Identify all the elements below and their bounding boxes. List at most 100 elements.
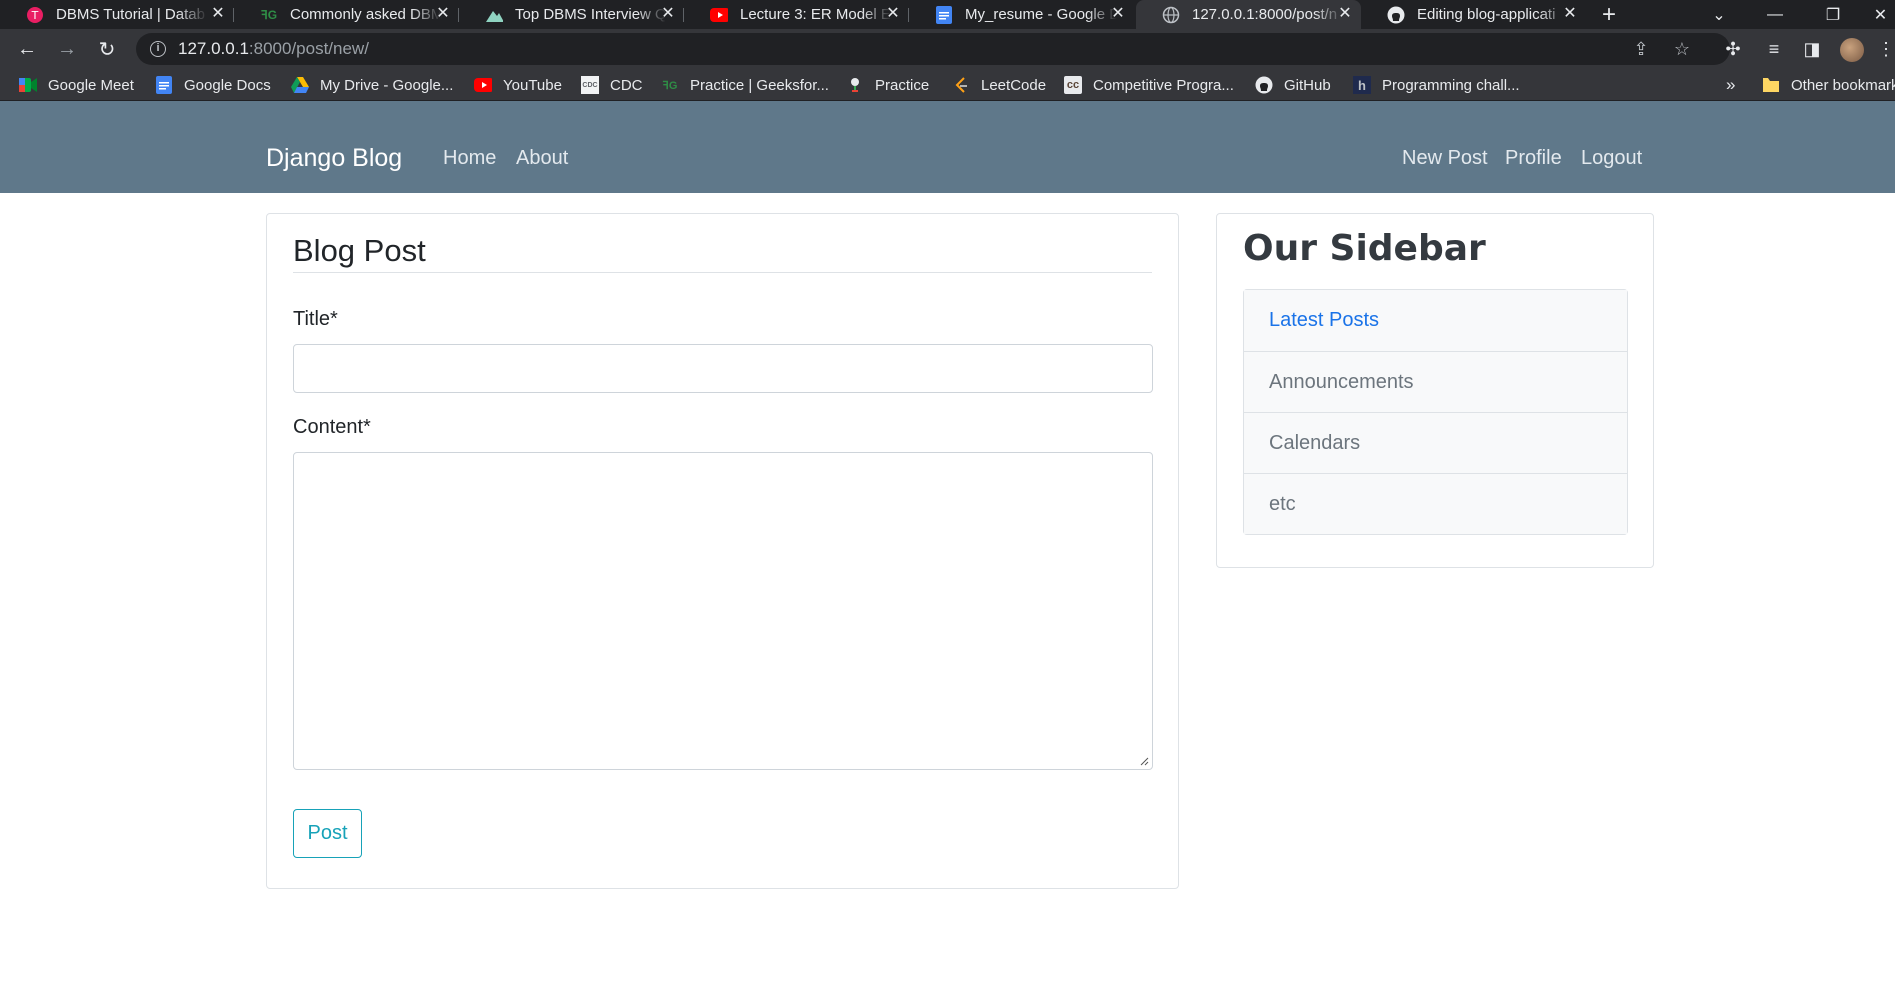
bookmark-github[interactable]: GitHub xyxy=(1255,69,1331,101)
profile-avatar[interactable] xyxy=(1840,38,1864,62)
bookmark-label: Programming chall... xyxy=(1382,76,1520,94)
github-icon xyxy=(1387,6,1405,24)
minimize-window-icon[interactable]: — xyxy=(1752,0,1798,29)
forward-arrow-icon[interactable]: → xyxy=(53,35,81,63)
google-docs-icon xyxy=(155,76,173,94)
close-tab-icon[interactable]: ✕ xyxy=(1337,6,1353,22)
hackerrank-icon: h xyxy=(1353,76,1371,94)
title-label: Title* xyxy=(293,308,338,330)
back-arrow-icon[interactable]: ← xyxy=(13,35,41,63)
tab-search-chevron-icon[interactable]: ⌄ xyxy=(1696,0,1742,29)
sidebar-item-latest-posts[interactable]: Latest Posts xyxy=(1244,290,1627,351)
bookmark-label: LeetCode xyxy=(981,76,1047,94)
restore-window-icon[interactable]: ❐ xyxy=(1810,0,1856,29)
bookmark-star-icon[interactable]: ☆ xyxy=(1671,38,1693,60)
bookmark-google-meet[interactable]: Google Meet xyxy=(19,69,134,101)
content-label: Content* xyxy=(293,416,371,438)
tab-title: DBMS Tutorial | Datab xyxy=(56,6,205,23)
bookmark-label: Practice xyxy=(875,76,930,94)
sidebar-item-etc[interactable]: etc xyxy=(1244,473,1627,534)
bookmark-practice-geeksforgeeks[interactable]: ꟻG Practice | Geeksfor... xyxy=(661,69,829,101)
folder-icon xyxy=(1762,76,1780,94)
bookmark-label: YouTube xyxy=(503,76,562,94)
close-window-icon[interactable]: ✕ xyxy=(1866,0,1895,29)
bookmark-label: Practice | Geeksfor... xyxy=(690,76,829,94)
more-bookmarks-chevron-icon[interactable]: » xyxy=(1726,69,1735,101)
bookmark-competitive-programming[interactable]: cc Competitive Progra... xyxy=(1064,69,1234,101)
site-info-icon[interactable]: i xyxy=(150,41,166,57)
legend-divider xyxy=(293,272,1152,273)
resize-grip-icon[interactable] xyxy=(1139,756,1149,766)
tab-commonly-asked-dbms[interactable]: ꟻG Commonly asked DBMS ✕ xyxy=(234,0,459,29)
nav-logout-link[interactable]: Logout xyxy=(1581,147,1642,170)
tab-title: Editing blog-applicati xyxy=(1417,6,1556,23)
title-input[interactable] xyxy=(293,344,1153,393)
sidebar-list: Latest Posts Announcements Calendars etc xyxy=(1243,289,1628,535)
media-queue-icon[interactable]: ≡ xyxy=(1760,35,1788,63)
sidebar-item-announcements[interactable]: Announcements xyxy=(1244,351,1627,412)
bookmark-practice[interactable]: Practice xyxy=(846,69,929,101)
google-drive-icon xyxy=(291,76,309,94)
close-tab-icon[interactable]: ✕ xyxy=(1562,6,1578,22)
youtube-icon xyxy=(710,6,728,24)
tab-editing-blog-application[interactable]: Editing blog-applicati ✕ xyxy=(1361,0,1586,29)
cdc-icon: CDC xyxy=(581,76,599,94)
bookmark-label: My Drive - Google... xyxy=(320,76,454,94)
tab-dbms-tutorial[interactable]: T DBMS Tutorial | Datab ✕ xyxy=(0,0,234,29)
close-tab-icon[interactable]: ✕ xyxy=(1110,6,1126,22)
geeksforgeeks-icon: ꟻG xyxy=(260,7,278,22)
tab-title: Top DBMS Interview Q xyxy=(515,6,667,23)
close-tab-icon[interactable]: ✕ xyxy=(210,6,226,22)
github-icon xyxy=(1255,76,1273,94)
site-brand[interactable]: Django Blog xyxy=(266,144,402,173)
url-path: :8000/post/new/ xyxy=(248,39,369,58)
bookmark-programming-challenges[interactable]: h Programming chall... xyxy=(1353,69,1520,101)
nav-home-link[interactable]: Home xyxy=(443,147,496,170)
tutorialspoint-icon: T xyxy=(26,6,44,24)
address-url[interactable]: 127.0.0.1:8000/post/new/ xyxy=(178,39,369,59)
bookmark-my-drive[interactable]: My Drive - Google... xyxy=(291,69,453,101)
tab-top-dbms-interview[interactable]: Top DBMS Interview Q ✕ xyxy=(459,0,684,29)
address-bar[interactable]: i 127.0.0.1:8000/post/new/ ⇪ ☆ xyxy=(136,33,1730,65)
bookmark-label: Google Docs xyxy=(184,76,271,94)
sidebar-card: Our Sidebar Latest Posts Announcements C… xyxy=(1216,213,1654,568)
bookmark-leetcode[interactable]: LeetCode xyxy=(952,69,1046,101)
close-tab-icon[interactable]: ✕ xyxy=(660,6,676,22)
practice-icon xyxy=(846,76,864,94)
other-bookmarks-folder[interactable]: Other bookmarks xyxy=(1762,69,1895,101)
bookmark-label: GitHub xyxy=(1284,76,1331,94)
share-icon[interactable]: ⇪ xyxy=(1630,38,1652,60)
tab-lecture-3[interactable]: Lecture 3: ER Model E ✕ xyxy=(684,0,909,29)
side-panel-icon[interactable]: ◨ xyxy=(1798,35,1826,63)
codechef-icon: cc xyxy=(1064,76,1082,94)
leetcode-icon xyxy=(952,76,970,94)
content-textarea[interactable] xyxy=(293,452,1153,770)
tab-title: Commonly asked DBMS xyxy=(290,6,442,23)
close-tab-icon[interactable]: ✕ xyxy=(435,6,451,22)
bookmark-cdc[interactable]: CDC CDC xyxy=(581,69,643,101)
bookmark-youtube[interactable]: YouTube xyxy=(474,69,562,101)
new-tab-button[interactable]: + xyxy=(1586,0,1632,29)
tab-my-resume[interactable]: My_resume - Google D ✕ xyxy=(909,0,1134,29)
close-tab-icon[interactable]: ✕ xyxy=(885,6,901,22)
nav-new-post-link[interactable]: New Post xyxy=(1402,147,1488,170)
post-submit-button[interactable]: Post xyxy=(293,809,362,858)
bookmark-label: Competitive Progra... xyxy=(1093,76,1234,94)
reload-icon[interactable]: ↻ xyxy=(93,35,121,63)
mountain-icon xyxy=(485,6,503,24)
bookmark-label: Other bookmarks xyxy=(1791,76,1895,94)
nav-profile-link[interactable]: Profile xyxy=(1505,147,1562,170)
bookmark-label: Google Meet xyxy=(48,76,134,94)
nav-about-link[interactable]: About xyxy=(516,147,568,170)
browser-tab-strip: T DBMS Tutorial | Datab ✕ ꟻG Commonly as… xyxy=(0,0,1895,29)
extensions-puzzle-icon[interactable]: ✣ xyxy=(1719,35,1747,63)
geeksforgeeks-icon: ꟻG xyxy=(662,79,678,92)
tab-post-new-active[interactable]: 127.0.0.1:8000/post/n ✕ xyxy=(1136,0,1361,29)
browser-menu-icon[interactable]: ⋮ xyxy=(1877,35,1895,63)
bookmarks-bar: Google Meet Google Docs My Drive - Googl… xyxy=(0,69,1895,101)
tab-title: Lecture 3: ER Model E xyxy=(740,6,891,23)
globe-icon xyxy=(1162,6,1180,24)
sidebar-item-calendars[interactable]: Calendars xyxy=(1244,412,1627,473)
svg-text:T: T xyxy=(31,9,39,22)
bookmark-google-docs[interactable]: Google Docs xyxy=(155,69,271,101)
